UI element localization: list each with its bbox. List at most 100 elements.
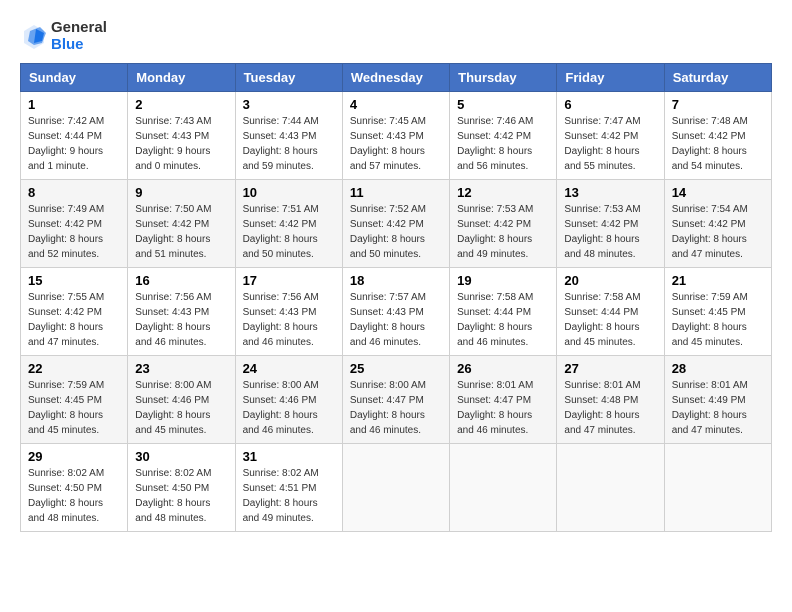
day-number: 12 <box>457 185 549 200</box>
logo-text: General Blue <box>20 20 107 53</box>
day-content: Sunrise: 8:00 AM Sunset: 4:46 PM Dayligh… <box>243 378 335 438</box>
day-number: 18 <box>350 273 442 288</box>
calendar-cell: 19 Sunrise: 7:58 AM Sunset: 4:44 PM Dayl… <box>450 268 557 356</box>
day-number: 22 <box>28 361 120 376</box>
calendar-cell: 29 Sunrise: 8:02 AM Sunset: 4:50 PM Dayl… <box>21 444 128 532</box>
calendar-cell: 3 Sunrise: 7:44 AM Sunset: 4:43 PM Dayli… <box>235 92 342 180</box>
week-row-3: 15 Sunrise: 7:55 AM Sunset: 4:42 PM Dayl… <box>21 268 772 356</box>
day-content: Sunrise: 7:57 AM Sunset: 4:43 PM Dayligh… <box>350 290 442 350</box>
calendar-cell: 14 Sunrise: 7:54 AM Sunset: 4:42 PM Dayl… <box>664 180 771 268</box>
day-number: 30 <box>135 449 227 464</box>
day-content: Sunrise: 7:56 AM Sunset: 4:43 PM Dayligh… <box>135 290 227 350</box>
day-number: 17 <box>243 273 335 288</box>
calendar-cell: 18 Sunrise: 7:57 AM Sunset: 4:43 PM Dayl… <box>342 268 449 356</box>
day-content: Sunrise: 8:01 AM Sunset: 4:49 PM Dayligh… <box>672 378 764 438</box>
calendar-cell <box>664 444 771 532</box>
logo-icon <box>20 23 48 51</box>
day-content: Sunrise: 8:01 AM Sunset: 4:47 PM Dayligh… <box>457 378 549 438</box>
calendar-cell: 8 Sunrise: 7:49 AM Sunset: 4:42 PM Dayli… <box>21 180 128 268</box>
day-content: Sunrise: 7:59 AM Sunset: 4:45 PM Dayligh… <box>28 378 120 438</box>
day-content: Sunrise: 7:47 AM Sunset: 4:42 PM Dayligh… <box>564 114 656 174</box>
day-number: 20 <box>564 273 656 288</box>
calendar-cell: 13 Sunrise: 7:53 AM Sunset: 4:42 PM Dayl… <box>557 180 664 268</box>
calendar-cell: 31 Sunrise: 8:02 AM Sunset: 4:51 PM Dayl… <box>235 444 342 532</box>
week-row-5: 29 Sunrise: 8:02 AM Sunset: 4:50 PM Dayl… <box>21 444 772 532</box>
week-row-2: 8 Sunrise: 7:49 AM Sunset: 4:42 PM Dayli… <box>21 180 772 268</box>
day-content: Sunrise: 8:02 AM Sunset: 4:51 PM Dayligh… <box>243 466 335 526</box>
header-monday: Monday <box>128 64 235 92</box>
day-number: 8 <box>28 185 120 200</box>
day-number: 6 <box>564 97 656 112</box>
day-number: 28 <box>672 361 764 376</box>
calendar-cell: 12 Sunrise: 7:53 AM Sunset: 4:42 PM Dayl… <box>450 180 557 268</box>
calendar-cell: 4 Sunrise: 7:45 AM Sunset: 4:43 PM Dayli… <box>342 92 449 180</box>
calendar-cell: 1 Sunrise: 7:42 AM Sunset: 4:44 PM Dayli… <box>21 92 128 180</box>
day-content: Sunrise: 8:00 AM Sunset: 4:47 PM Dayligh… <box>350 378 442 438</box>
calendar-body: 1 Sunrise: 7:42 AM Sunset: 4:44 PM Dayli… <box>21 92 772 532</box>
day-content: Sunrise: 7:56 AM Sunset: 4:43 PM Dayligh… <box>243 290 335 350</box>
day-number: 23 <box>135 361 227 376</box>
header-wednesday: Wednesday <box>342 64 449 92</box>
header-friday: Friday <box>557 64 664 92</box>
day-number: 26 <box>457 361 549 376</box>
header-saturday: Saturday <box>664 64 771 92</box>
calendar-cell: 16 Sunrise: 7:56 AM Sunset: 4:43 PM Dayl… <box>128 268 235 356</box>
calendar-cell: 7 Sunrise: 7:48 AM Sunset: 4:42 PM Dayli… <box>664 92 771 180</box>
header-sunday: Sunday <box>21 64 128 92</box>
day-content: Sunrise: 7:42 AM Sunset: 4:44 PM Dayligh… <box>28 114 120 174</box>
day-content: Sunrise: 7:50 AM Sunset: 4:42 PM Dayligh… <box>135 202 227 262</box>
day-content: Sunrise: 7:48 AM Sunset: 4:42 PM Dayligh… <box>672 114 764 174</box>
logo: General Blue <box>20 20 107 53</box>
header-row: SundayMondayTuesdayWednesdayThursdayFrid… <box>21 64 772 92</box>
day-number: 24 <box>243 361 335 376</box>
day-content: Sunrise: 7:43 AM Sunset: 4:43 PM Dayligh… <box>135 114 227 174</box>
day-content: Sunrise: 7:53 AM Sunset: 4:42 PM Dayligh… <box>564 202 656 262</box>
header: General Blue <box>20 20 772 53</box>
day-number: 16 <box>135 273 227 288</box>
day-number: 13 <box>564 185 656 200</box>
day-number: 4 <box>350 97 442 112</box>
day-number: 2 <box>135 97 227 112</box>
day-content: Sunrise: 8:00 AM Sunset: 4:46 PM Dayligh… <box>135 378 227 438</box>
week-row-4: 22 Sunrise: 7:59 AM Sunset: 4:45 PM Dayl… <box>21 356 772 444</box>
day-content: Sunrise: 8:01 AM Sunset: 4:48 PM Dayligh… <box>564 378 656 438</box>
calendar-cell: 20 Sunrise: 7:58 AM Sunset: 4:44 PM Dayl… <box>557 268 664 356</box>
day-content: Sunrise: 7:58 AM Sunset: 4:44 PM Dayligh… <box>564 290 656 350</box>
calendar-cell: 23 Sunrise: 8:00 AM Sunset: 4:46 PM Dayl… <box>128 356 235 444</box>
calendar-cell: 28 Sunrise: 8:01 AM Sunset: 4:49 PM Dayl… <box>664 356 771 444</box>
day-content: Sunrise: 7:55 AM Sunset: 4:42 PM Dayligh… <box>28 290 120 350</box>
day-content: Sunrise: 7:53 AM Sunset: 4:42 PM Dayligh… <box>457 202 549 262</box>
day-number: 19 <box>457 273 549 288</box>
calendar-cell: 21 Sunrise: 7:59 AM Sunset: 4:45 PM Dayl… <box>664 268 771 356</box>
calendar-header: SundayMondayTuesdayWednesdayThursdayFrid… <box>21 64 772 92</box>
calendar-cell: 26 Sunrise: 8:01 AM Sunset: 4:47 PM Dayl… <box>450 356 557 444</box>
day-number: 11 <box>350 185 442 200</box>
day-content: Sunrise: 7:52 AM Sunset: 4:42 PM Dayligh… <box>350 202 442 262</box>
day-content: Sunrise: 8:02 AM Sunset: 4:50 PM Dayligh… <box>135 466 227 526</box>
day-content: Sunrise: 7:58 AM Sunset: 4:44 PM Dayligh… <box>457 290 549 350</box>
day-content: Sunrise: 7:44 AM Sunset: 4:43 PM Dayligh… <box>243 114 335 174</box>
calendar-cell: 27 Sunrise: 8:01 AM Sunset: 4:48 PM Dayl… <box>557 356 664 444</box>
day-number: 1 <box>28 97 120 112</box>
calendar-cell: 10 Sunrise: 7:51 AM Sunset: 4:42 PM Dayl… <box>235 180 342 268</box>
day-number: 29 <box>28 449 120 464</box>
calendar-cell: 2 Sunrise: 7:43 AM Sunset: 4:43 PM Dayli… <box>128 92 235 180</box>
calendar-cell: 11 Sunrise: 7:52 AM Sunset: 4:42 PM Dayl… <box>342 180 449 268</box>
header-thursday: Thursday <box>450 64 557 92</box>
day-content: Sunrise: 7:49 AM Sunset: 4:42 PM Dayligh… <box>28 202 120 262</box>
day-number: 31 <box>243 449 335 464</box>
day-content: Sunrise: 8:02 AM Sunset: 4:50 PM Dayligh… <box>28 466 120 526</box>
day-number: 14 <box>672 185 764 200</box>
day-number: 3 <box>243 97 335 112</box>
day-number: 25 <box>350 361 442 376</box>
calendar-cell: 5 Sunrise: 7:46 AM Sunset: 4:42 PM Dayli… <box>450 92 557 180</box>
calendar-cell: 22 Sunrise: 7:59 AM Sunset: 4:45 PM Dayl… <box>21 356 128 444</box>
calendar-cell: 15 Sunrise: 7:55 AM Sunset: 4:42 PM Dayl… <box>21 268 128 356</box>
calendar-cell: 24 Sunrise: 8:00 AM Sunset: 4:46 PM Dayl… <box>235 356 342 444</box>
day-number: 21 <box>672 273 764 288</box>
day-content: Sunrise: 7:51 AM Sunset: 4:42 PM Dayligh… <box>243 202 335 262</box>
calendar-cell: 25 Sunrise: 8:00 AM Sunset: 4:47 PM Dayl… <box>342 356 449 444</box>
calendar-table: SundayMondayTuesdayWednesdayThursdayFrid… <box>20 63 772 532</box>
day-content: Sunrise: 7:45 AM Sunset: 4:43 PM Dayligh… <box>350 114 442 174</box>
calendar-cell: 9 Sunrise: 7:50 AM Sunset: 4:42 PM Dayli… <box>128 180 235 268</box>
